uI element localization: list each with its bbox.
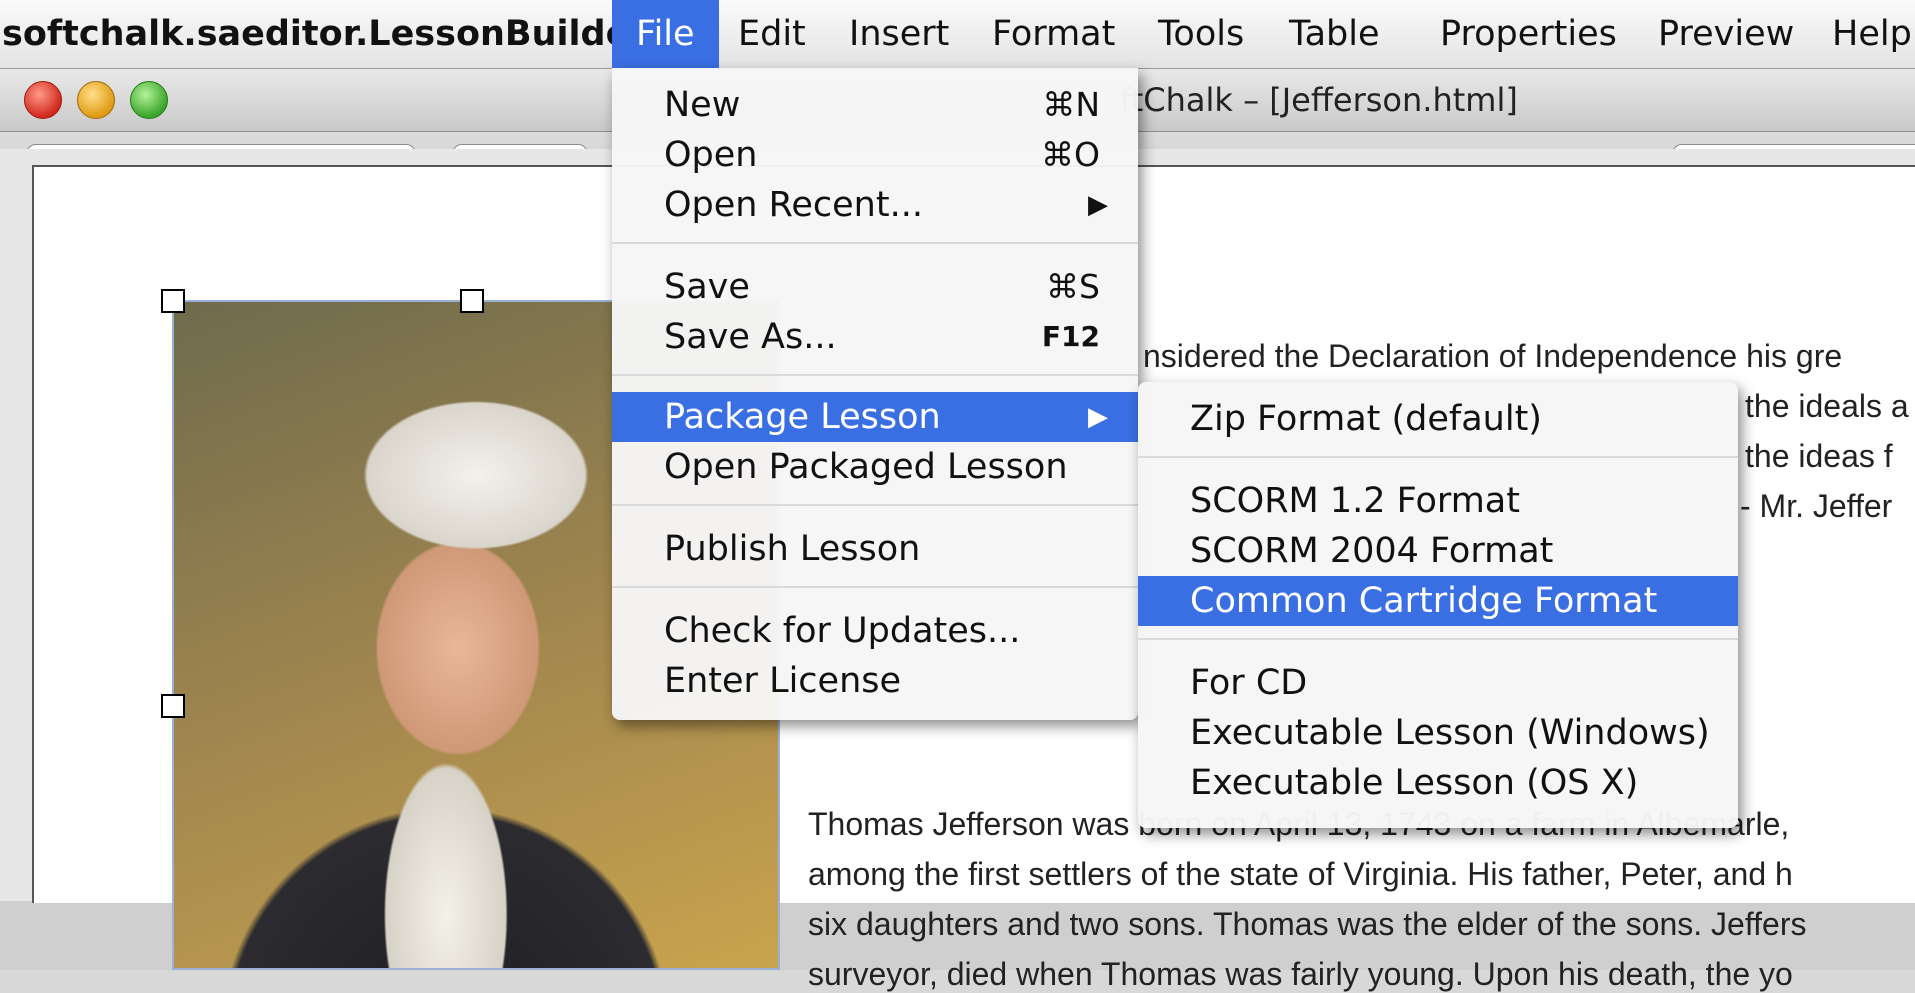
menu-file[interactable]: File — [612, 0, 719, 68]
menu-item-scorm-2004-format[interactable]: SCORM 2004 Format — [1138, 526, 1738, 576]
menu-item-enter-license[interactable]: Enter License — [612, 656, 1138, 706]
menu-item-label: New — [664, 85, 741, 125]
menu-item-new[interactable]: New ⌘N — [612, 80, 1138, 130]
menu-bar: softchalk.saeditor.LessonBuilder File Ed… — [0, 0, 1915, 69]
body-text-line: six daughters and two sons. Thomas was t… — [808, 906, 1807, 942]
body-text-line: surveyor, died when Thomas was fairly yo… — [808, 956, 1793, 992]
menu-separator — [612, 374, 1138, 376]
app-name-menu[interactable]: softchalk.saeditor.LessonBuilder — [0, 0, 647, 68]
menu-item-label: Open Packaged Lesson — [664, 447, 1068, 487]
menu-item-label: Open — [664, 135, 758, 175]
menu-separator — [1138, 638, 1738, 640]
shortcut-label: F12 — [1041, 320, 1100, 353]
menu-item-label: Enter License — [664, 661, 902, 701]
menu-item-label: Save — [664, 267, 750, 307]
menu-item-label: Executable Lesson (Windows) — [1190, 713, 1710, 753]
menu-item-label: Package Lesson — [664, 397, 941, 437]
body-text-line: - Mr. Jeffer — [1740, 488, 1893, 524]
menu-item-package-lesson[interactable]: Package Lesson ▶ — [612, 392, 1138, 442]
menu-insert[interactable]: Insert — [825, 0, 973, 68]
shortcut-label: ⌘N — [1042, 85, 1100, 124]
submenu-arrow-icon: ▶ — [1088, 402, 1108, 432]
menu-item-open[interactable]: Open ⌘O — [612, 130, 1138, 180]
body-text-line: nsidered the Declaration of Independence… — [1143, 338, 1843, 374]
package-lesson-submenu: Zip Format (default) SCORM 1.2 Format SC… — [1138, 382, 1738, 828]
menu-item-open-packaged-lesson[interactable]: Open Packaged Lesson — [612, 442, 1138, 492]
menu-table[interactable]: Table — [1265, 0, 1404, 68]
menu-item-executable-osx[interactable]: Executable Lesson (OS X) — [1138, 758, 1738, 808]
menu-item-label: Save As... — [664, 317, 837, 357]
shortcut-label: ⌘O — [1041, 135, 1100, 174]
menu-item-label: Common Cartridge Format — [1190, 581, 1658, 621]
menu-item-common-cartridge-format[interactable]: Common Cartridge Format — [1138, 576, 1738, 626]
menu-item-label: For CD — [1190, 663, 1308, 703]
resize-handle[interactable] — [460, 289, 484, 313]
body-text-line: the ideas f — [1745, 438, 1893, 474]
menu-properties[interactable]: Properties — [1416, 0, 1641, 68]
menu-separator — [612, 242, 1138, 244]
body-text-line: the ideals a — [1745, 388, 1909, 424]
close-window-button[interactable] — [24, 81, 62, 119]
menu-format[interactable]: Format — [968, 0, 1139, 68]
zoom-window-button[interactable] — [130, 81, 168, 119]
menu-tools[interactable]: Tools — [1134, 0, 1268, 68]
window-title: ftChalk – [Jefferson.html] — [1120, 81, 1518, 119]
menu-edit[interactable]: Edit — [714, 0, 830, 68]
menu-item-publish-lesson[interactable]: Publish Lesson — [612, 524, 1138, 574]
minimize-window-button[interactable] — [77, 81, 115, 119]
menu-separator — [1138, 456, 1738, 458]
menu-item-executable-windows[interactable]: Executable Lesson (Windows) — [1138, 708, 1738, 758]
resize-handle[interactable] — [161, 289, 185, 313]
menu-help[interactable]: Help — [1808, 0, 1915, 68]
submenu-arrow-icon: ▶ — [1088, 190, 1108, 220]
menu-item-label: SCORM 1.2 Format — [1190, 481, 1520, 521]
body-text-line: among the first settlers of the state of… — [808, 856, 1793, 892]
menu-item-check-for-updates[interactable]: Check for Updates... — [612, 606, 1138, 656]
menu-item-label: Zip Format (default) — [1190, 399, 1542, 439]
shortcut-label: ⌘S — [1046, 267, 1100, 306]
menu-item-for-cd[interactable]: For CD — [1138, 658, 1738, 708]
file-menu-dropdown: New ⌘N Open ⌘O Open Recent... ▶ Save ⌘S … — [612, 68, 1138, 720]
menu-item-label: Open Recent... — [664, 185, 923, 225]
menu-preview[interactable]: Preview — [1634, 0, 1818, 68]
menu-item-label: Check for Updates... — [664, 611, 1021, 651]
menu-item-label: Executable Lesson (OS X) — [1190, 763, 1639, 803]
menu-item-save[interactable]: Save ⌘S — [612, 262, 1138, 312]
menu-item-label: Publish Lesson — [664, 529, 921, 569]
menu-item-open-recent[interactable]: Open Recent... ▶ — [612, 180, 1138, 230]
menu-item-scorm-12-format[interactable]: SCORM 1.2 Format — [1138, 476, 1738, 526]
menu-separator — [612, 586, 1138, 588]
menu-item-save-as[interactable]: Save As... F12 — [612, 312, 1138, 362]
menu-item-zip-format[interactable]: Zip Format (default) — [1138, 394, 1738, 444]
menu-item-label: SCORM 2004 Format — [1190, 531, 1554, 571]
resize-handle[interactable] — [161, 694, 185, 718]
menu-separator — [612, 504, 1138, 506]
